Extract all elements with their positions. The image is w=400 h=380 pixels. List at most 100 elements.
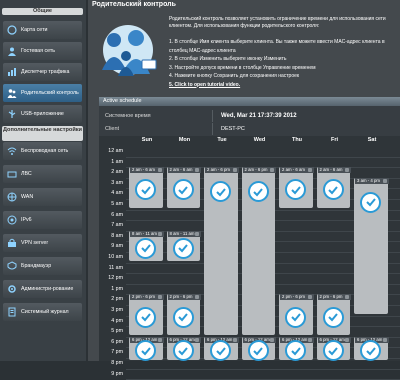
sidebar-item-parental-control[interactable]: Родительский контроль (3, 84, 82, 102)
remove-block-icon[interactable] (307, 295, 312, 300)
day-header-tue: Tue (217, 137, 227, 143)
sidebar-item-label: USB-приложение (21, 111, 64, 117)
sidebar-item-system-log[interactable]: Системный журнал (3, 303, 82, 321)
sidebar-item-label: Администри-рование (21, 286, 74, 292)
remove-block-icon[interactable] (232, 337, 237, 342)
sidebar-item-wan[interactable]: WAN (3, 188, 82, 206)
day-header-sun: Sun (141, 137, 153, 143)
remove-block-icon[interactable] (345, 295, 349, 300)
sidebar-item-lan[interactable]: ЛВС (3, 165, 82, 183)
schedule-block[interactable]: 6 pm - 12 am (241, 336, 276, 362)
schedule-block[interactable]: 8 am - 11 am (129, 230, 164, 261)
check-icon (172, 306, 194, 328)
remove-block-icon[interactable] (195, 337, 199, 342)
hour-label: 4 pm (111, 317, 123, 324)
schedule-block[interactable]: 2 am - 6 am (129, 167, 164, 208)
tutorial-video-link[interactable]: 5. Click to open tutorial video. (169, 81, 397, 90)
schedule-block[interactable]: 6 pm - 12 am (166, 336, 201, 362)
check-icon (135, 306, 157, 328)
sidebar-item-administration[interactable]: Администри-рование (3, 280, 82, 298)
schedule-block[interactable]: 6 pm - 12 am (316, 336, 351, 362)
remove-block-icon[interactable] (157, 231, 162, 236)
wireless-icon (7, 146, 17, 156)
day-header-sat: Sat (367, 137, 377, 143)
remove-block-icon[interactable] (195, 231, 199, 236)
hour-label: 8 am (111, 232, 123, 239)
hour-label: 2 pm (111, 296, 123, 303)
schedule-block[interactable]: 2 pm - 6 pm (129, 294, 164, 335)
day-header-fri: Fri (330, 137, 339, 143)
sidebar-item-ipv6[interactable]: IPv6 (3, 211, 82, 229)
sidebar-item-network-map[interactable]: Карта сети (3, 21, 82, 39)
network-map-icon (7, 25, 17, 35)
remove-block-icon[interactable] (232, 168, 237, 173)
schedule-block[interactable]: 6 pm - 12 am (204, 336, 239, 362)
sidebar-item-guest-network[interactable]: Гостевая сеть (3, 42, 82, 60)
sidebar-item-label: Диспетчер трафика (21, 69, 70, 75)
sidebar-item-label: Гостевая сеть (21, 48, 56, 54)
schedule-block[interactable]: 2 am - 6 am (166, 167, 201, 208)
hour-label: 7 am (111, 222, 123, 229)
sidebar-item-traffic-manager[interactable]: Диспетчер трафика (3, 63, 82, 81)
schedule-block[interactable]: 3 am - 4 pm (354, 177, 389, 314)
grid-line (126, 368, 400, 370)
schedule-block[interactable]: 2 am - 6 pm (241, 167, 276, 335)
hour-label: 6 pm (111, 338, 123, 345)
schedule-block[interactable]: 2 pm - 6 pm (166, 294, 201, 335)
sidebar-item-wireless[interactable]: Беспроводная сеть (3, 142, 82, 160)
remove-block-icon[interactable] (157, 168, 162, 173)
main-content: Родительский контроль Родительский контр… (88, 0, 400, 380)
system-time-value: Wed, Mar 21 17:37:39 2012 (221, 113, 297, 119)
hour-label: 3 am (111, 179, 123, 186)
advanced-section-header: Дополнительные настройки (2, 126, 83, 141)
sidebar-item-vpn[interactable]: VPN server (3, 234, 82, 252)
page-title: Родительский контроль (92, 1, 176, 8)
remove-block-icon[interactable] (195, 295, 199, 300)
schedule-panel-title: Active schedule (99, 97, 400, 106)
check-icon (285, 340, 307, 362)
step-1: 1. В столбце Имя клиента выберите клиент… (169, 39, 385, 54)
hour-label: 2 am (111, 169, 123, 176)
hour-label: 5 am (111, 201, 123, 207)
remove-block-icon[interactable] (270, 337, 274, 342)
remove-block-icon[interactable] (157, 337, 162, 342)
schedule-block[interactable]: 8 am - 11 am (166, 230, 201, 261)
schedule-block[interactable]: 6 pm - 12 am (354, 336, 389, 362)
client-row: Client DEST-PC (99, 123, 400, 135)
remove-block-icon[interactable] (345, 337, 349, 342)
hour-label: 10 am (108, 254, 123, 260)
remove-block-icon[interactable] (157, 295, 162, 300)
check-icon (285, 179, 307, 201)
remove-block-icon[interactable] (345, 168, 349, 173)
schedule-block[interactable]: 2 pm - 6 pm (279, 294, 314, 335)
hour-label: 1 pm (111, 285, 123, 292)
schedule-block[interactable]: 6 pm - 12 am (279, 336, 314, 362)
schedule-block[interactable]: 2 am - 6 pm (204, 167, 239, 335)
schedule-block[interactable]: 2 pm - 6 pm (316, 294, 351, 335)
remove-block-icon[interactable] (270, 168, 274, 173)
remove-block-icon[interactable] (307, 168, 312, 173)
ipv6-icon (7, 215, 17, 225)
schedule-block[interactable]: 6 pm - 12 am (129, 336, 164, 362)
remove-block-icon[interactable] (382, 337, 387, 342)
guest-network-icon (7, 46, 17, 56)
schedule-block[interactable]: 2 am - 6 am (316, 167, 351, 208)
remove-block-icon[interactable] (382, 178, 387, 183)
sidebar-item-usb[interactable]: USB-приложение (3, 105, 82, 123)
check-icon (360, 340, 382, 362)
wan-icon (7, 192, 17, 202)
schedule-block[interactable]: 2 am - 6 am (279, 167, 314, 208)
step-2: 2. В столбце Изменить выберите иконку Из… (169, 56, 287, 62)
sidebar-item-label: Родительский контроль (21, 90, 79, 96)
remove-block-icon[interactable] (307, 337, 312, 342)
check-icon (172, 340, 194, 362)
schedule-panel: Active schedule Системное время Wed, Mar… (99, 97, 400, 380)
hour-label: 3 pm (111, 307, 123, 313)
sidebar-item-firewall[interactable]: Брандмауэр (3, 257, 82, 275)
remove-block-icon[interactable] (195, 168, 199, 173)
schedule-grid: Sun Mon Tue Wed Thu Fri Sat 12 am 1 am 2 am 3 am 4 … (99, 136, 400, 380)
check-icon (360, 191, 382, 213)
sidebar-item-label: IPv6 (21, 217, 32, 223)
check-icon (322, 179, 344, 201)
day-header-wed: Wed (253, 137, 266, 143)
